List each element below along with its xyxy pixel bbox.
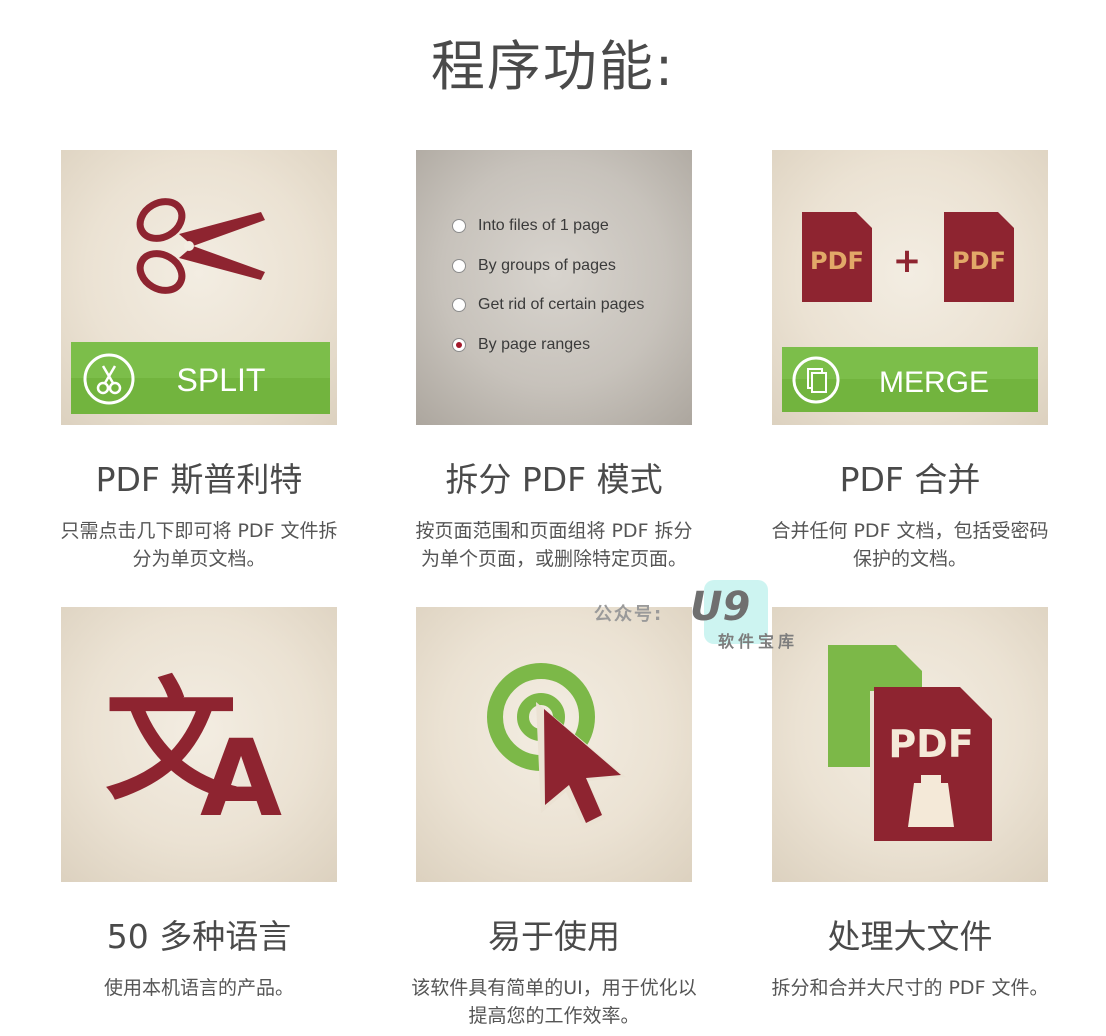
watermark-subtitle: 软件宝库 xyxy=(718,632,799,651)
option-label: By groups of pages xyxy=(478,256,616,274)
split-tile: SPLIT xyxy=(61,150,337,425)
feature-desc: 合并任何 PDF 文档，包括受密码 保护的文档。 xyxy=(745,517,1075,573)
radio-button[interactable] xyxy=(452,298,466,313)
merge-tile: PDF + PDF MERGE xyxy=(772,150,1048,425)
feature-desc-line: 分为单页文档。 xyxy=(132,548,266,570)
feature-desc: 该软件具有简单的UI，用于优化以 提高您的工作效率。 xyxy=(389,974,719,1030)
option-one-page[interactable]: Into files of 1 page xyxy=(452,216,644,236)
feature-desc-line: 该软件具有简单的UI，用于优化以 xyxy=(411,977,697,999)
radio-button[interactable] xyxy=(452,258,466,273)
feature-desc: 拆分和合并大尺寸的 PDF 文件。 xyxy=(745,974,1075,1002)
option-remove-pages[interactable]: Get rid of certain pages xyxy=(452,295,644,315)
option-label: By page ranges xyxy=(478,336,591,354)
feature-desc: 按页面范围和页面组将 PDF 拆分 为单个页面，或删除特定页面。 xyxy=(389,517,719,573)
feature-title: PDF 合并 xyxy=(839,460,981,499)
watermark-logo: U9 xyxy=(690,584,751,630)
merge-icon: PDF + PDF MERGE xyxy=(782,212,1038,412)
translate-icon: 文 A xyxy=(105,665,282,840)
feature-desc-line: 使用本机语言的产品。 xyxy=(103,977,294,999)
feature-title: 50 多种语言 xyxy=(106,917,292,956)
option-groups[interactable]: By groups of pages xyxy=(452,256,644,276)
feature-title: 处理大文件 xyxy=(827,917,993,956)
split-mode-options: Into files of 1 page By groups of pages … xyxy=(452,216,644,375)
feature-title: PDF 斯普利特 xyxy=(95,460,303,499)
radio-button-checked[interactable] xyxy=(452,338,466,353)
pdf-doc-label: PDF xyxy=(888,722,973,766)
merge-button[interactable]: MERGE xyxy=(879,366,989,399)
watermark: 公众号: U9 软件宝库 xyxy=(594,580,814,651)
feature-desc-line: 为单个页面，或删除特定页面。 xyxy=(420,548,687,570)
radio-button[interactable] xyxy=(452,219,466,233)
option-page-ranges[interactable]: By page ranges xyxy=(452,335,644,355)
pdf-label-right: PDF xyxy=(952,247,1006,275)
feature-desc: 只需点击几下即可将 PDF 文件拆 分为单页文档。 xyxy=(34,517,364,573)
option-label: Into files of 1 page xyxy=(478,217,609,234)
feature-desc-line: 合并任何 PDF 文档，包括受密码 xyxy=(771,520,1049,542)
option-label: Get rid of certain pages xyxy=(478,296,645,314)
feature-title: 易于使用 xyxy=(488,917,620,956)
plus-sign: + xyxy=(893,241,922,281)
feature-desc-line: 按页面范围和页面组将 PDF 拆分 xyxy=(415,520,693,542)
feature-desc-line: 拆分和合并大尺寸的 PDF 文件。 xyxy=(771,977,1049,999)
watermark-prefix: 公众号: xyxy=(594,604,664,625)
feature-desc-line: 提高您的工作效率。 xyxy=(468,1005,640,1027)
translate-glyph-latin: A xyxy=(200,717,282,840)
feature-title: 拆分 PDF 模式 xyxy=(445,460,663,499)
split-button[interactable]: SPLIT xyxy=(177,362,266,398)
feature-desc-line: 保护的文档。 xyxy=(852,548,967,570)
feature-desc-line: 只需点击几下即可将 PDF 文件拆 xyxy=(60,520,338,542)
languages-tile: 文 A xyxy=(61,607,337,882)
feature-desc: 使用本机语言的产品。 xyxy=(34,974,364,1002)
scissors-icon: SPLIT xyxy=(71,198,330,414)
page-title: 程序功能: xyxy=(430,35,676,98)
split-modes-tile: Into files of 1 page By groups of pages … xyxy=(416,150,692,425)
pdf-label-left: PDF xyxy=(810,247,864,275)
